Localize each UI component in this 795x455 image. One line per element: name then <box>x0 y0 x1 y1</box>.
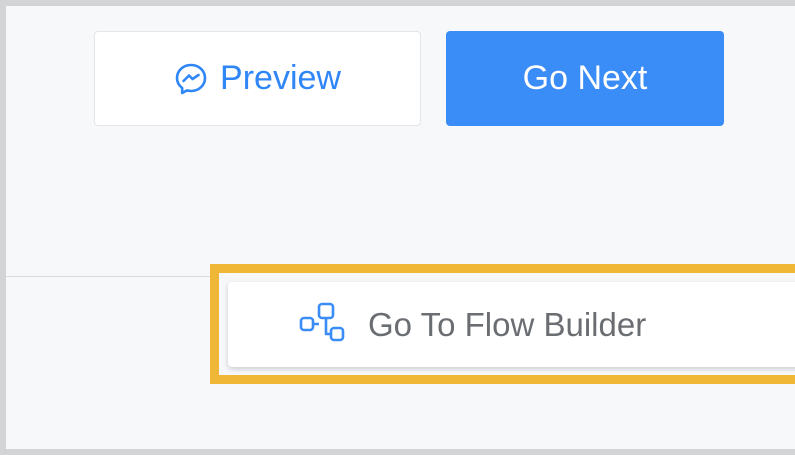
page-frame: Preview Go Next Go To Flow Builder <box>0 0 795 455</box>
go-to-flow-builder-button[interactable]: Go To Flow Builder <box>228 282 795 367</box>
preview-button[interactable]: Preview <box>94 31 421 126</box>
divider <box>6 276 216 277</box>
go-next-label: Go Next <box>522 59 648 97</box>
flow-builder-icon <box>298 301 346 349</box>
go-next-button[interactable]: Go Next <box>446 31 724 126</box>
flow-builder-label: Go To Flow Builder <box>368 305 647 343</box>
preview-label: Preview <box>220 59 341 97</box>
messenger-icon <box>174 62 208 96</box>
